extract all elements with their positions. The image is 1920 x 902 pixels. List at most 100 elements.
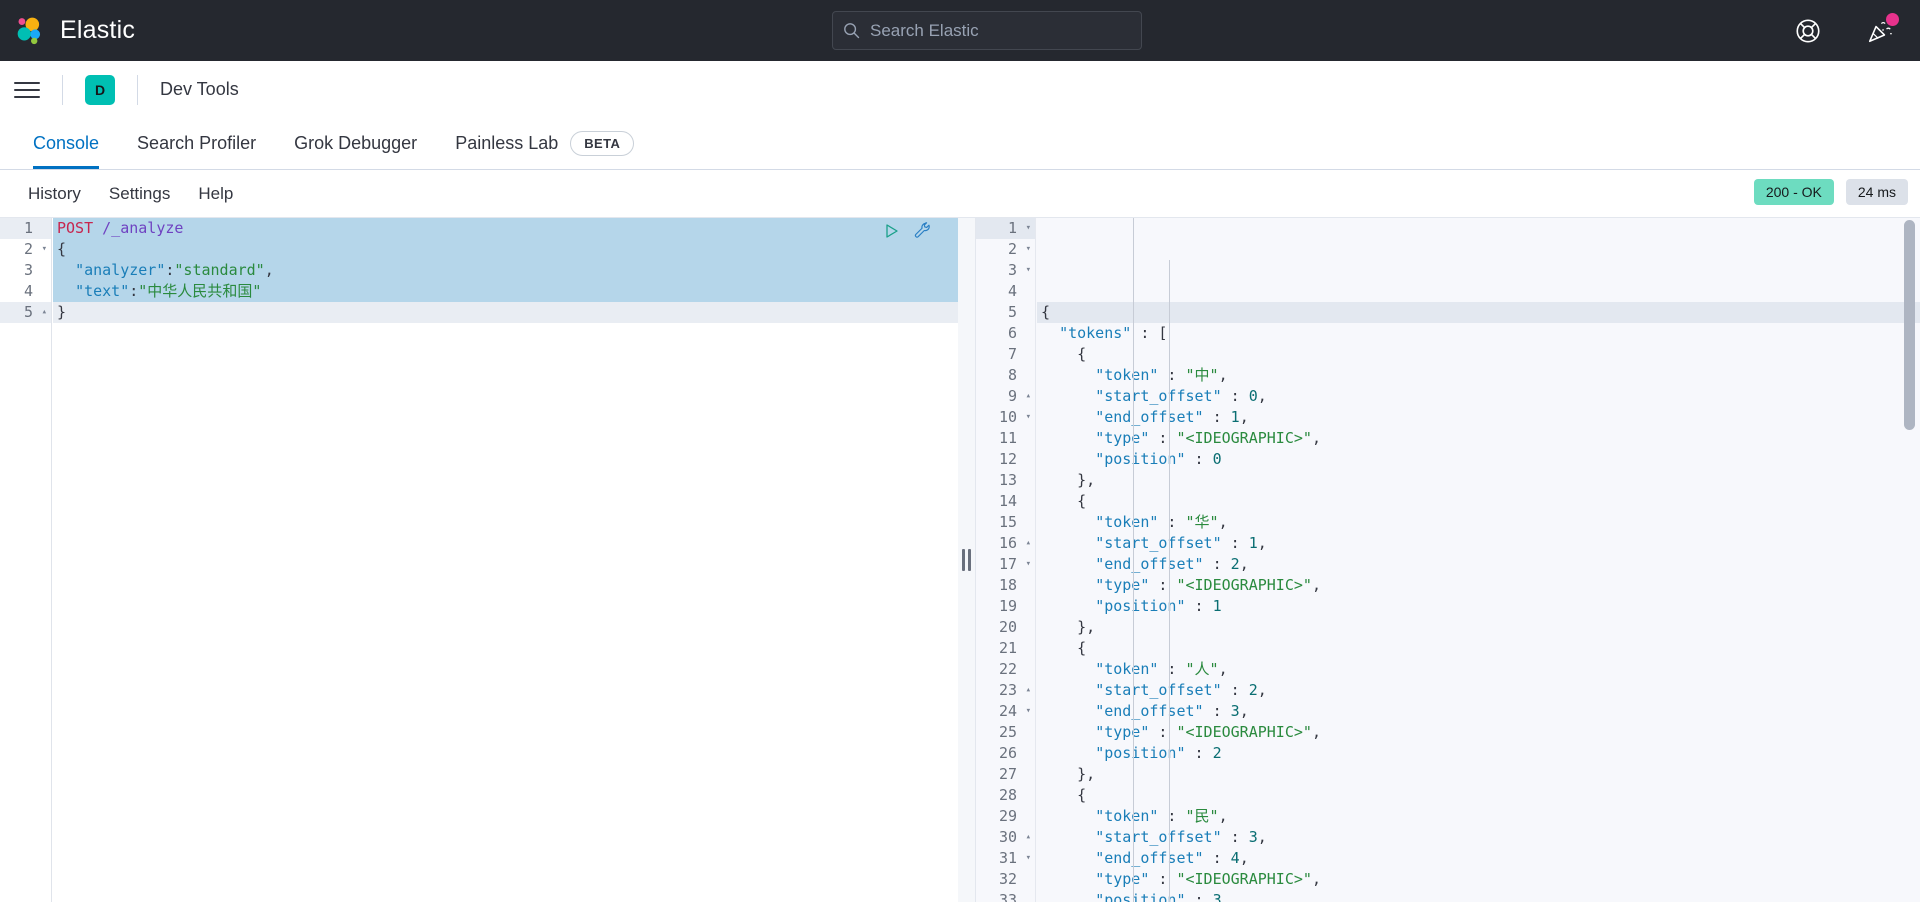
code-token: { xyxy=(1077,639,1087,657)
code-fold-icon[interactable]: ▴ xyxy=(1026,533,1031,554)
line-number: 2 ▾ xyxy=(23,239,47,260)
code-token: : xyxy=(1131,324,1159,342)
code-token: : xyxy=(1203,849,1231,867)
request-line-numbers[interactable]: 1 2 ▾ 3 4 5 ▴ xyxy=(0,218,52,902)
toolbar-history[interactable]: History xyxy=(14,184,95,204)
code-fold-icon[interactable]: ▴ xyxy=(1026,680,1031,701)
response-code[interactable]: { "tokens" : [ { "token" : "中", "start_o… xyxy=(1037,218,1920,902)
line-number: 12 xyxy=(998,450,1017,468)
line-number: 24 ▾ xyxy=(998,701,1031,722)
code-token: { xyxy=(1077,345,1087,363)
code-token: [ xyxy=(1158,324,1168,342)
code-token: , xyxy=(264,261,274,279)
code-token: "position" xyxy=(1095,891,1186,902)
line-number: 9 ▴ xyxy=(1007,386,1031,407)
code-token: : xyxy=(1158,513,1186,531)
code-fold-icon[interactable]: ▾ xyxy=(42,239,47,260)
code-token: : xyxy=(1203,702,1231,720)
response-status-group: 200 - OK 24 ms xyxy=(1753,179,1908,205)
global-search-input[interactable]: Search Elastic xyxy=(832,11,1142,50)
code-fold-icon[interactable]: ▴ xyxy=(42,302,47,323)
response-scrollbar[interactable] xyxy=(1904,220,1915,430)
line-number: 33 xyxy=(998,891,1017,902)
code-token: "token" xyxy=(1095,513,1159,531)
line-number: 11 xyxy=(998,429,1017,447)
code-fold-icon[interactable]: ▴ xyxy=(1026,386,1031,407)
line-number: 25 xyxy=(998,723,1017,741)
request-code[interactable]: POST /_analyze{ "analyzer":"standard", "… xyxy=(53,218,958,902)
code-token: : xyxy=(1185,891,1213,902)
code-token: : xyxy=(1203,555,1231,573)
celebration-icon[interactable] xyxy=(1866,12,1899,45)
brand-area[interactable]: Elastic xyxy=(0,14,135,48)
code-fold-icon[interactable]: ▾ xyxy=(1026,260,1031,281)
code-token: , xyxy=(1257,534,1267,552)
code-token: "end_offset" xyxy=(1095,555,1204,573)
tab-grok-debugger[interactable]: Grok Debugger xyxy=(275,118,436,169)
code-token: 1 xyxy=(1248,534,1258,552)
toolbar-settings[interactable]: Settings xyxy=(95,184,184,204)
code-token: , xyxy=(1311,576,1321,594)
code-token: , xyxy=(1218,513,1228,531)
space-avatar[interactable]: D xyxy=(85,74,115,105)
code-line: } xyxy=(53,302,958,323)
tab-search-profiler[interactable]: Search Profiler xyxy=(118,118,275,169)
code-token: "type" xyxy=(1095,723,1150,741)
code-token: 4 xyxy=(1230,849,1240,867)
code-token: : xyxy=(1149,870,1177,888)
code-token: 2 xyxy=(1212,744,1222,762)
code-fold-icon[interactable]: ▴ xyxy=(1026,827,1031,848)
code-token: , xyxy=(1218,660,1228,678)
request-editor-pane[interactable]: 1 2 ▾ 3 4 5 ▴ POST /_analyze{ "analyzer":"stan… xyxy=(0,218,958,902)
code-token: "<IDEOGRAPHIC>" xyxy=(1176,429,1312,447)
toolbar-help[interactable]: Help xyxy=(184,184,247,204)
code-fold-icon[interactable]: ▾ xyxy=(1026,239,1031,260)
code-token: "start_offset" xyxy=(1095,681,1222,699)
code-token: , xyxy=(1257,387,1267,405)
code-token: "token" xyxy=(1095,807,1159,825)
breadcrumb-divider-1 xyxy=(62,74,63,105)
code-token: "standard" xyxy=(174,261,265,279)
code-token: 3 xyxy=(1248,828,1258,846)
code-fold-icon[interactable]: ▾ xyxy=(1026,701,1031,722)
hamburger-menu-icon[interactable] xyxy=(14,77,40,103)
code-token: 0 xyxy=(1212,450,1222,468)
code-token: , xyxy=(1311,429,1321,447)
response-line-numbers[interactable]: 1 ▾ 2 ▾ 3 ▾ 4 5 6 7 8 9 ▴ 10 ▾ 11 12 13 14 15 16 ▴ 17 ▾ 18 19 20 21… xyxy=(976,218,1036,902)
tab-painless-lab[interactable]: Painless Lab BETA xyxy=(436,118,653,169)
wrench-icon[interactable] xyxy=(913,221,932,240)
code-fold-icon[interactable]: ▾ xyxy=(1026,218,1031,239)
code-token: 1 xyxy=(1212,597,1222,615)
code-fold-icon[interactable]: ▾ xyxy=(1026,554,1031,575)
line-number: 32 xyxy=(998,870,1017,888)
code-fold-icon[interactable]: ▾ xyxy=(1026,407,1031,428)
code-fold-icon[interactable]: ▾ xyxy=(1026,848,1031,869)
console-toolbar: History Settings Help 200 - OK 24 ms xyxy=(0,170,1920,218)
code-token: "start_offset" xyxy=(1095,828,1222,846)
code-token: "position" xyxy=(1095,450,1186,468)
play-triangle-icon[interactable] xyxy=(883,222,901,240)
code-token: "token" xyxy=(1095,366,1159,384)
pane-splitter[interactable] xyxy=(958,218,976,902)
breadcrumb: D Dev Tools xyxy=(0,61,1920,118)
code-token: : xyxy=(1221,534,1249,552)
code-token: : xyxy=(1221,387,1249,405)
line-number: 7 xyxy=(1007,345,1017,363)
tab-console[interactable]: Console xyxy=(14,118,118,169)
code-token: : xyxy=(1158,366,1186,384)
help-lifebuoy-icon[interactable] xyxy=(1794,17,1822,45)
code-token: "position" xyxy=(1095,597,1186,615)
response-editor-pane[interactable]: 1 ▾ 2 ▾ 3 ▾ 4 5 6 7 8 9 ▴ 10 ▾ 11 12 13 14 15 16 ▴ 17 ▾ 18 19 20 21… xyxy=(976,218,1920,902)
